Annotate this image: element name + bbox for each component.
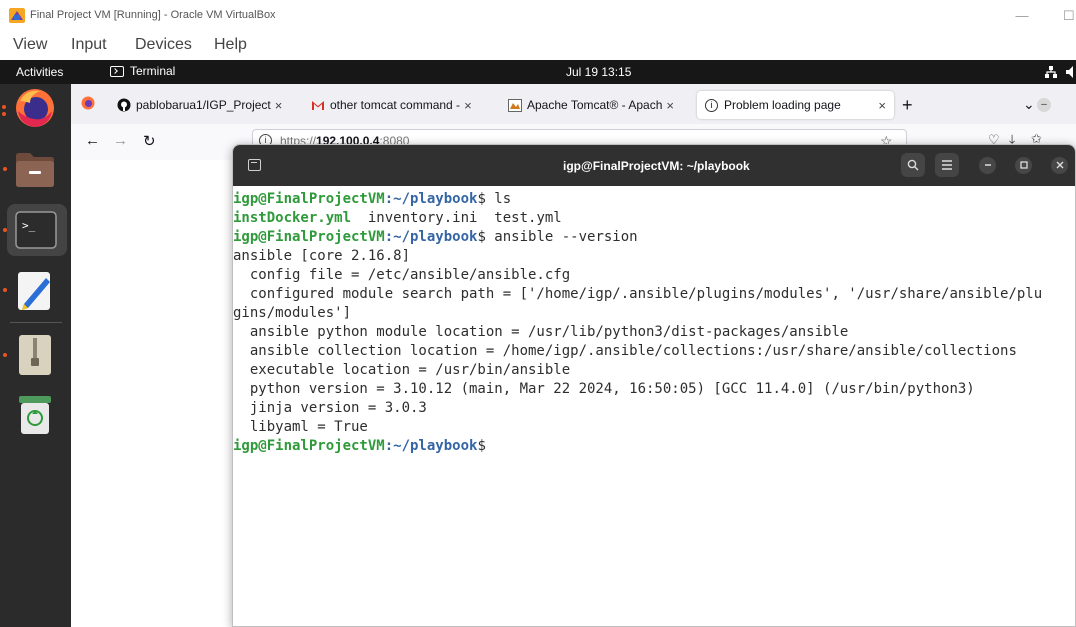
github-icon — [117, 98, 131, 112]
new-tab-button[interactable]: + — [902, 95, 913, 116]
tab-problem-loading[interactable]: i Problem loading page × — [697, 91, 894, 119]
archive-icon — [19, 335, 51, 375]
terminal-window: igp@FinalProjectVM: ~/playbook igp@Final… — [232, 144, 1076, 627]
files-icon — [16, 153, 54, 187]
menu-help[interactable]: Help — [214, 36, 247, 54]
terminal-close-icon[interactable] — [1051, 157, 1068, 174]
new-tab-icon[interactable] — [248, 159, 261, 171]
hamburger-menu-icon[interactable] — [935, 153, 959, 177]
terminal-app-icon — [110, 65, 124, 77]
dock-firefox[interactable] — [0, 84, 71, 136]
app-menu-label: Terminal — [130, 64, 176, 78]
svg-text:>_: >_ — [22, 219, 36, 232]
host-menu-bar: View Input Devices Help — [0, 32, 1076, 60]
running-indicator — [2, 105, 6, 109]
tab-close-button[interactable]: × — [464, 98, 472, 113]
running-indicator — [3, 353, 7, 357]
terminal-line-prompt-ls: igp@FinalProjectVM:~/playbook$ ls — [233, 191, 512, 207]
terminal-icon: >_ — [15, 211, 57, 249]
activities-button[interactable]: Activities — [16, 65, 63, 79]
tab-apache-tomcat[interactable]: Apache Tomcat® - Apach × — [508, 91, 686, 119]
firefox-tab-bar: pablobarua1/IGP_Project × other tomcat c… — [71, 84, 1076, 124]
tab-label: Problem loading page — [724, 98, 841, 112]
app-menu-terminal[interactable]: Terminal — [110, 64, 175, 78]
tab-close-button[interactable]: × — [275, 98, 283, 113]
reload-icon[interactable]: ↻ — [143, 132, 156, 150]
dock-trash[interactable] — [0, 389, 71, 441]
terminal-line-prompt-final: igp@FinalProjectVM:~/playbook$ — [233, 438, 486, 454]
menu-input[interactable]: Input — [71, 36, 107, 54]
terminal-output-line: libyaml = True — [233, 419, 368, 435]
terminal-maximize-icon[interactable] — [1015, 157, 1032, 174]
info-icon: i — [705, 98, 718, 112]
tab-close-button[interactable]: × — [878, 98, 886, 113]
firefox-minimize-button[interactable]: – — [1037, 98, 1051, 112]
terminal-output-line: config file = /etc/ansible/ansible.cfg — [233, 267, 571, 283]
firefox-view-icon[interactable] — [81, 96, 95, 110]
virtualbox-icon — [9, 8, 25, 23]
tab-github[interactable]: pablobarua1/IGP_Project × — [117, 91, 293, 119]
menu-devices[interactable]: Devices — [135, 36, 192, 54]
running-indicator — [3, 228, 7, 232]
running-indicator — [3, 288, 7, 292]
terminal-output-line: python version = 3.10.12 (main, Mar 22 2… — [233, 381, 975, 397]
dock-files[interactable] — [0, 144, 71, 196]
host-minimize-button[interactable]: — — [1011, 6, 1033, 26]
terminal-output-line: gins/modules'] — [233, 305, 352, 321]
clock[interactable]: Jul 19 13:15 — [566, 65, 631, 79]
menu-view[interactable]: View — [13, 36, 47, 54]
tab-label: pablobarua1/IGP_Project — [136, 98, 271, 112]
terminal-title: igp@FinalProjectVM: ~/playbook — [563, 159, 750, 173]
terminal-output[interactable]: igp@FinalProjectVM:~/playbook$ ls instDo… — [233, 186, 1075, 626]
dock: >_ — [0, 84, 71, 627]
forward-arrow-icon[interactable]: → — [113, 132, 128, 149]
host-title-bar: Final Project VM [Running] - Oracle VM V… — [0, 0, 1076, 32]
back-arrow-icon[interactable]: ← — [85, 132, 100, 149]
text-editor-icon — [18, 272, 50, 310]
dock-separator — [10, 322, 62, 323]
running-indicator — [2, 112, 6, 116]
tab-close-button[interactable]: × — [666, 98, 674, 113]
terminal-output-line: executable location = /usr/bin/ansible — [233, 362, 571, 378]
tab-gmail[interactable]: other tomcat command - × — [311, 91, 491, 119]
network-icon[interactable] — [1044, 65, 1058, 79]
terminal-header-bar: igp@FinalProjectVM: ~/playbook — [233, 145, 1075, 186]
search-icon[interactable] — [901, 153, 925, 177]
tab-label: other tomcat command - — [330, 98, 461, 112]
tomcat-icon — [508, 98, 522, 112]
terminal-line-ls-output: instDocker.yml inventory.ini test.yml — [233, 210, 562, 226]
dock-text-editor[interactable] — [0, 264, 71, 316]
terminal-output-line: jinja version = 3.0.3 — [233, 400, 427, 416]
gnome-top-bar: Activities Terminal Jul 19 13:15 — [0, 60, 1076, 84]
sound-icon[interactable] — [1066, 66, 1076, 78]
dock-archive[interactable] — [0, 329, 71, 381]
gmail-icon — [312, 100, 324, 110]
terminal-minimize-icon[interactable] — [979, 157, 996, 174]
host-window-title: Final Project VM [Running] - Oracle VM V… — [30, 9, 276, 21]
trash-icon — [19, 396, 51, 434]
terminal-output-line: ansible python module location = /usr/li… — [233, 324, 849, 340]
dock-terminal[interactable]: >_ — [0, 204, 71, 256]
tab-list-chevron-down-icon[interactable]: ⌄ — [1023, 96, 1035, 113]
firefox-icon — [16, 89, 54, 127]
terminal-output-line: ansible [core 2.16.8] — [233, 248, 411, 264]
tab-label: Apache Tomcat® - Apach — [527, 98, 663, 112]
terminal-line-prompt-ansible: igp@FinalProjectVM:~/playbook$ ansible -… — [233, 229, 638, 245]
terminal-output-line: configured module search path = ['/home/… — [233, 286, 1043, 302]
running-indicator — [3, 167, 7, 171]
host-maximize-button[interactable]: ☐ — [1063, 6, 1076, 26]
terminal-output-line: ansible collection location = /home/igp/… — [233, 343, 1017, 359]
